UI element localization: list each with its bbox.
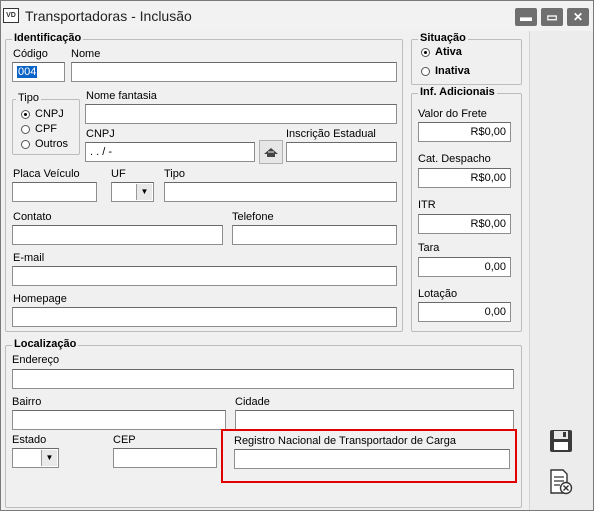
- nome-label: Nome: [71, 48, 101, 60]
- uf-label: UF: [111, 168, 126, 180]
- estado-select[interactable]: ▼: [12, 448, 59, 468]
- chevron-down-icon[interactable]: ▼: [41, 450, 57, 466]
- bairro-label: Bairro: [12, 396, 42, 408]
- tipo-field[interactable]: [164, 182, 397, 202]
- itr-label: ITR: [418, 199, 436, 211]
- radio-ativa-dot: [421, 47, 430, 57]
- nome-field[interactable]: [71, 62, 397, 82]
- title-bar: VD Transportadoras - Inclusão ▬ ▭ ✕: [1, 1, 593, 31]
- codigo-field[interactable]: 004: [12, 62, 65, 82]
- radio-cpf[interactable]: CPF: [21, 123, 57, 135]
- radio-cnpj[interactable]: CNPJ: [21, 108, 64, 120]
- email-field[interactable]: [12, 266, 397, 286]
- radio-inativa-label: Inativa: [435, 65, 470, 77]
- cnpj-field[interactable]: . . / -: [85, 142, 255, 162]
- valor-frete-label: Valor do Frete: [418, 108, 487, 120]
- nome-fantasia-label: Nome fantasia: [86, 90, 157, 102]
- rntrc-label: Registro Nacional de Transportador de Ca…: [234, 435, 456, 447]
- cat-despacho-field[interactable]: R$0,00: [418, 168, 511, 188]
- cidade-field[interactable]: [235, 410, 514, 430]
- lotacao-field[interactable]: 0,00: [418, 302, 511, 322]
- inf-adicionais-legend: Inf. Adicionais: [418, 86, 497, 98]
- tara-field[interactable]: 0,00: [418, 257, 511, 277]
- radio-ativa[interactable]: Ativa: [421, 46, 462, 58]
- rntrc-field[interactable]: [234, 449, 510, 469]
- app-icon: VD: [3, 8, 19, 23]
- chevron-down-icon[interactable]: ▼: [136, 184, 152, 200]
- window: VD Transportadoras - Inclusão ▬ ▭ ✕ Iden…: [0, 0, 594, 511]
- inscricao-label: Inscrição Estadual: [286, 128, 376, 140]
- lotacao-label: Lotação: [418, 288, 458, 300]
- cnpj-label: CNPJ: [86, 128, 115, 140]
- cat-despacho-label: Cat. Despacho: [418, 153, 491, 165]
- bairro-field[interactable]: [12, 410, 226, 430]
- radio-outros[interactable]: Outros: [21, 138, 68, 150]
- endereco-label: Endereço: [12, 354, 60, 366]
- estado-label: Estado: [12, 434, 47, 446]
- radio-cpf-label: CPF: [35, 123, 57, 135]
- endereco-field[interactable]: [12, 369, 514, 389]
- tipo-legend: Tipo: [16, 92, 41, 104]
- cancel-document-icon[interactable]: [547, 469, 575, 497]
- side-toolbar: [529, 31, 593, 510]
- radio-cnpj-dot: [21, 109, 30, 119]
- cep-label: CEP: [113, 434, 136, 446]
- homepage-label: Homepage: [13, 293, 67, 305]
- cidade-label: Cidade: [235, 396, 270, 408]
- tipo-field-label: Tipo: [164, 168, 185, 180]
- radio-inativa[interactable]: Inativa: [421, 65, 470, 77]
- codigo-value: 004: [17, 66, 38, 78]
- identificacao-legend: Identificação: [12, 32, 84, 44]
- situacao-legend: Situação: [418, 32, 468, 44]
- radio-cnpj-label: CNPJ: [35, 108, 64, 120]
- radio-ativa-label: Ativa: [435, 46, 462, 58]
- radio-inativa-dot: [421, 66, 430, 76]
- email-label: E-mail: [13, 252, 45, 264]
- contato-label: Contato: [13, 211, 52, 223]
- minimize-button[interactable]: ▬: [515, 8, 537, 26]
- save-icon[interactable]: [547, 429, 575, 457]
- radio-outros-label: Outros: [35, 138, 69, 150]
- close-button[interactable]: ✕: [567, 8, 589, 26]
- telefone-label: Telefone: [232, 211, 274, 223]
- telefone-field[interactable]: [232, 225, 397, 245]
- itr-field[interactable]: R$0,00: [418, 214, 511, 234]
- placa-field[interactable]: [12, 182, 97, 202]
- cep-field[interactable]: [113, 448, 217, 468]
- contato-field[interactable]: [12, 225, 223, 245]
- nome-fantasia-field[interactable]: [85, 104, 397, 124]
- window-title: Transportadoras - Inclusão: [25, 8, 192, 24]
- uf-select[interactable]: ▼: [111, 182, 154, 202]
- tara-label: Tara: [418, 242, 440, 254]
- codigo-label: Código: [13, 48, 48, 60]
- inscricao-field[interactable]: [286, 142, 397, 162]
- radio-cpf-dot: [21, 124, 30, 134]
- maximize-button[interactable]: ▭: [541, 8, 563, 26]
- homepage-field[interactable]: [12, 307, 397, 327]
- localizacao-legend: Localização: [12, 338, 79, 350]
- radio-outros-dot: [21, 139, 30, 149]
- valor-frete-field[interactable]: R$0,00: [418, 122, 511, 142]
- placa-label: Placa Veículo: [13, 168, 80, 180]
- form-content: Identificação Código 004 Nome Tipo CNPJ …: [1, 31, 529, 510]
- search-icon[interactable]: [259, 140, 283, 164]
